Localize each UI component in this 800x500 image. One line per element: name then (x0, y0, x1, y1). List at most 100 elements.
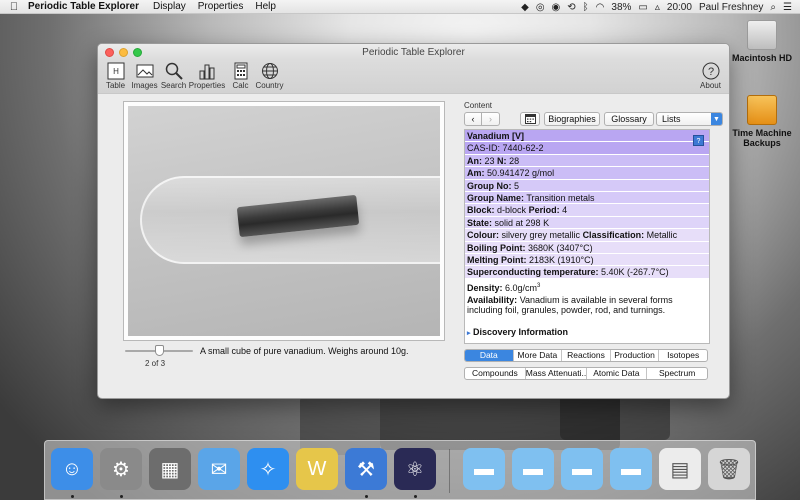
tab-production[interactable]: Production (611, 350, 660, 361)
toolbar-table-button[interactable]: H Table (101, 60, 130, 90)
an-value: 23 (484, 155, 495, 166)
desktop-icon-macintosh-hd[interactable]: Macintosh HD (722, 20, 800, 63)
dropbox-icon[interactable]: ◆ (521, 2, 529, 13)
period-value: 4 (562, 205, 568, 216)
am-value: 50.941472 g/mol (487, 168, 555, 179)
toolbar-properties-button[interactable]: Properties (188, 60, 226, 90)
lists-dropdown[interactable]: Lists ▼ (656, 112, 723, 126)
title-bar[interactable]: Periodic Table Explorer (98, 44, 729, 60)
density-row: Density: 6.0g/cm3 (465, 279, 709, 294)
properties-icon (197, 61, 217, 81)
am-label: Am: (467, 168, 485, 179)
state-row: State: solid at 298 K (465, 216, 709, 230)
group-name-label: Group Name: (467, 192, 525, 203)
tab-reactions[interactable]: Reactions (562, 350, 611, 361)
zoom-button[interactable] (133, 47, 142, 57)
melting-value: 2183K (1910°C) (529, 254, 594, 265)
state-value: solid at 298 K (494, 217, 550, 228)
dock: ☺ ⚙ ▦ ✉ ✧ W ⚒ ⚛ ▬ ▬ ▬ ▬ ▤ 🗑 (44, 440, 756, 500)
toolbar-images-button[interactable]: Images (130, 60, 159, 90)
xcode-icon: ⚒ (357, 458, 375, 481)
tab-data[interactable]: Data (465, 350, 514, 361)
status-icon[interactable]: ◉ (552, 2, 561, 13)
colour-value: silvery grey metallic (501, 230, 581, 241)
toolbar-label: Table (105, 81, 126, 90)
battery-percent[interactable]: 38% (611, 2, 631, 13)
folder-icon: ▬ (523, 457, 543, 480)
toolbar-label: Search (160, 81, 187, 90)
tab-more-data[interactable]: More Data (514, 350, 563, 361)
folder-icon: ▬ (621, 457, 641, 480)
help-icon[interactable]: ? (693, 135, 704, 146)
clock[interactable]: 20:00 (667, 2, 692, 13)
dock-item-trash[interactable]: 🗑 (708, 448, 750, 490)
dock-item-system-preferences[interactable]: ⚙ (100, 448, 142, 490)
element-image-frame (123, 101, 445, 341)
state-label: State: (467, 217, 493, 228)
toolbar-calc-button[interactable]: Calc (226, 60, 255, 90)
back-button[interactable]: ‹ (464, 112, 482, 126)
dock-item-finder[interactable]: ☺ (51, 448, 93, 490)
dock-item-folder[interactable]: ▬ (463, 448, 505, 490)
wifi-icon[interactable]: ◠ (596, 2, 605, 13)
spotlight-icon[interactable]: ⌕ (770, 2, 776, 13)
apple-menu-icon[interactable]:  (0, 1, 28, 13)
running-indicator (120, 495, 123, 498)
trash-icon: 🗑 (716, 458, 742, 481)
battery-icon[interactable]: ▭ (638, 2, 647, 13)
colour-row: Colour: silvery grey metallic Classifica… (465, 229, 709, 242)
menu-properties[interactable]: Properties (198, 1, 244, 12)
image-slider-knob[interactable] (154, 345, 164, 356)
user-name[interactable]: Paul Freshney (699, 2, 763, 13)
forward-button[interactable]: › (482, 112, 500, 126)
dock-item-preview[interactable]: ▤ (659, 448, 701, 490)
data-tabs-row-2: Compounds Mass Attenuati... Atomic Data … (464, 367, 708, 380)
element-photo (128, 106, 440, 336)
tab-compounds[interactable]: Compounds (465, 368, 526, 379)
svg-text:H: H (113, 67, 119, 76)
help-circle-icon: ? (701, 61, 721, 81)
airplay-icon[interactable]: ▵ (655, 2, 660, 13)
toolbar-search-button[interactable]: Search (159, 60, 188, 90)
toolbar-country-button[interactable]: Country (255, 60, 284, 90)
menu-app-name[interactable]: Periodic Table Explorer (28, 1, 139, 12)
colour-label: Colour: (467, 230, 499, 241)
chevron-down-icon: ▼ (711, 113, 722, 125)
status-icon[interactable]: ◎ (536, 2, 545, 13)
tab-spectrum[interactable]: Spectrum (647, 368, 707, 379)
dock-item-calculator[interactable]: ▦ (149, 448, 191, 490)
tab-isotopes[interactable]: Isotopes (659, 350, 707, 361)
dock-item-folder[interactable]: ▬ (561, 448, 603, 490)
menu-display[interactable]: Display (153, 1, 186, 12)
dock-item-folder[interactable]: ▬ (610, 448, 652, 490)
dock-separator (449, 449, 450, 493)
atomic-number-row: An: 23 N: 28 (465, 154, 709, 168)
dock-item-folder[interactable]: ▬ (512, 448, 554, 490)
notification-center-icon[interactable]: ☰ (783, 2, 792, 13)
dock-item-app[interactable]: W (296, 448, 338, 490)
window-title: Periodic Table Explorer (362, 46, 465, 58)
element-name-row: Vanadium [V] (465, 130, 709, 143)
discovery-info-toggle[interactable]: ▸ Discovery Information (467, 327, 568, 337)
glossary-button[interactable]: Glossary (604, 112, 654, 126)
calendar-button[interactable] (520, 112, 540, 126)
desktop-icon-label: Time Machine Backups (732, 128, 792, 148)
close-button[interactable] (105, 47, 114, 57)
desktop-icon-time-machine[interactable]: Time Machine Backups (722, 95, 800, 148)
biographies-button[interactable]: Biographies (544, 112, 600, 126)
dock-item-safari[interactable]: ✧ (247, 448, 289, 490)
time-machine-icon[interactable]: ⟲ (567, 2, 575, 13)
dock-item-periodic-table-explorer[interactable]: ⚛ (394, 448, 436, 490)
minimize-button[interactable] (119, 47, 128, 57)
dock-item-xcode[interactable]: ⚒ (345, 448, 387, 490)
running-indicator (414, 495, 417, 498)
melting-point-row: Melting Point: 2183K (1910°C) (465, 253, 709, 267)
running-indicator (365, 495, 368, 498)
tab-mass-attenuation[interactable]: Mass Attenuati... (526, 368, 587, 379)
superconducting-label: Superconducting temperature: (467, 267, 599, 278)
bluetooth-icon[interactable]: ᛒ (583, 2, 589, 13)
toolbar-about-button[interactable]: ? About (696, 60, 725, 90)
menu-help[interactable]: Help (255, 1, 276, 12)
dock-item-mail[interactable]: ✉ (198, 448, 240, 490)
tab-atomic-data[interactable]: Atomic Data (587, 368, 648, 379)
